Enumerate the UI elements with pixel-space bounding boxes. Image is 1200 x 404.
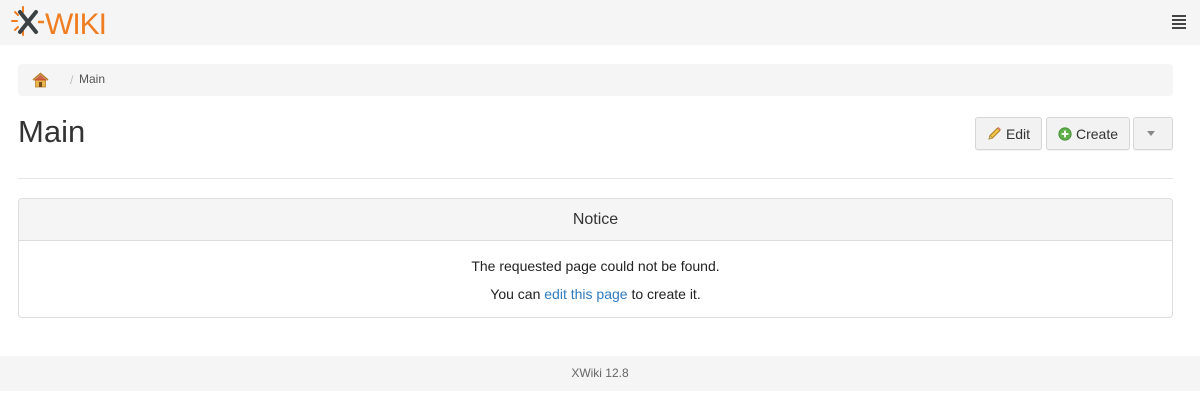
create-button-label: Create: [1075, 125, 1119, 142]
footer: XWiki 12.8: [0, 356, 1200, 391]
notice-message: The requested page could not be found.: [471, 258, 720, 274]
breadcrumb: / Main: [18, 64, 1173, 96]
create-button[interactable]: Create: [1046, 117, 1130, 150]
caret-down-icon: [1147, 130, 1155, 136]
edit-button[interactable]: Edit: [975, 117, 1042, 150]
pencil-icon: [988, 127, 1001, 140]
svg-text:WIKI: WIKI: [45, 8, 106, 40]
notice-heading: Notice: [19, 199, 1172, 241]
more-actions-button[interactable]: [1133, 117, 1173, 150]
title-divider: [18, 178, 1173, 179]
breadcrumb-current: Main: [79, 72, 106, 86]
page-title: Main: [18, 114, 86, 149]
add-circle-icon: [1058, 126, 1072, 141]
xwiki-logo[interactable]: WIKI: [9, 4, 119, 41]
hamburger-menu-icon[interactable]: [1172, 15, 1186, 29]
footer-version: XWiki 12.8: [571, 366, 629, 380]
notice-panel: Notice The requested page could not be f…: [18, 198, 1173, 318]
home-icon[interactable]: [32, 72, 49, 88]
edit-button-label: Edit: [1005, 125, 1031, 142]
breadcrumb-separator: /: [70, 73, 74, 87]
top-navbar: WIKI: [0, 0, 1200, 45]
edit-this-page-link[interactable]: edit this page: [544, 286, 627, 302]
notice-hint-prefix: You can: [490, 286, 541, 302]
notice-hint-suffix: to create it.: [631, 286, 701, 302]
notice-create-hint: You can edit this page to create it.: [19, 286, 1172, 302]
